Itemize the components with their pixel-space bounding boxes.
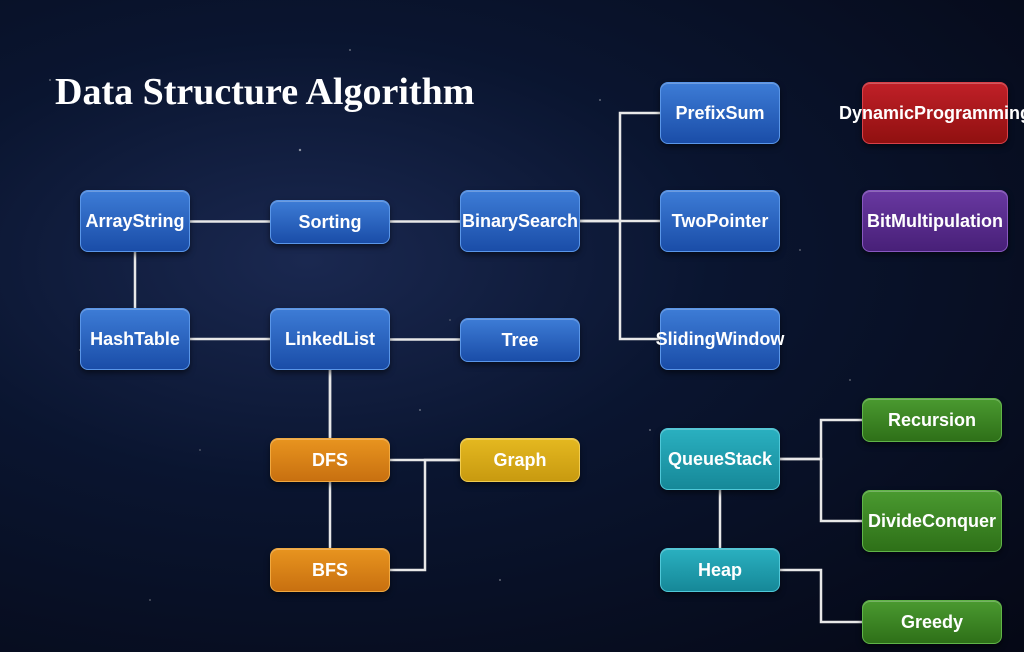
node-bfs: BFS [270, 548, 390, 592]
node-dfs: DFS [270, 438, 390, 482]
node-tree: Tree [460, 318, 580, 362]
diagram-title: Data Structure Algorithm [55, 70, 474, 114]
node-prefix-sum: PrefixSum [660, 82, 780, 144]
node-sorting: Sorting [270, 200, 390, 244]
node-array-string: ArrayString [80, 190, 190, 252]
node-graph: Graph [460, 438, 580, 482]
node-heap: Heap [660, 548, 780, 592]
node-linked-list: LinkedList [270, 308, 390, 370]
node-hash-table: HashTable [80, 308, 190, 370]
node-bit-manip: BitMultipulation [862, 190, 1008, 252]
node-two-pointer: TwoPointer [660, 190, 780, 252]
node-binary-search: BinarySearch [460, 190, 580, 252]
node-dynamic-prog: DynamicProgramming [862, 82, 1008, 144]
node-greedy: Greedy [862, 600, 1002, 644]
node-sliding-window: SlidingWindow [660, 308, 780, 370]
node-divide-conquer: DivideConquer [862, 490, 1002, 552]
node-recursion: Recursion [862, 398, 1002, 442]
node-queue-stack: QueueStack [660, 428, 780, 490]
